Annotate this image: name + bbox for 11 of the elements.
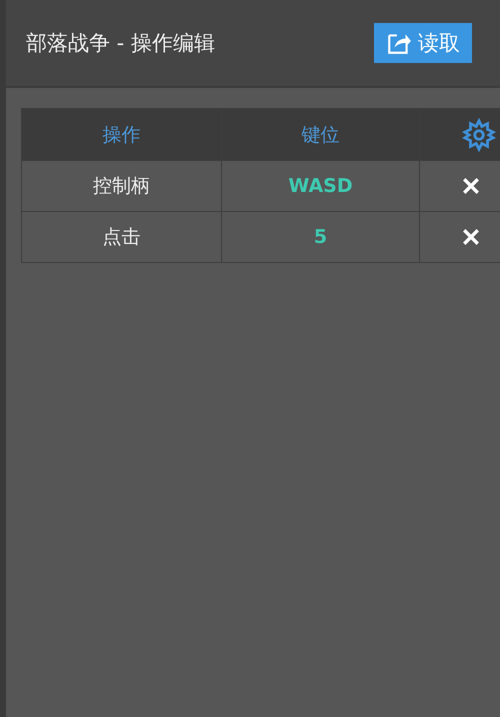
table-cell: WASD [222, 160, 420, 211]
column-header: 键位 [222, 109, 420, 160]
read-button[interactable]: 读取 [374, 23, 472, 63]
settings-icon[interactable] [462, 118, 496, 152]
window-title: 部落战争 - 操作编辑 [26, 30, 215, 57]
table-cell: 5 [222, 211, 420, 262]
table-cell: 控制柄 [22, 160, 222, 211]
delete-icon[interactable] [462, 177, 480, 195]
table-cell: 点击 [22, 211, 222, 262]
delete-icon[interactable] [462, 228, 480, 246]
column-header: 操作 [22, 109, 222, 160]
